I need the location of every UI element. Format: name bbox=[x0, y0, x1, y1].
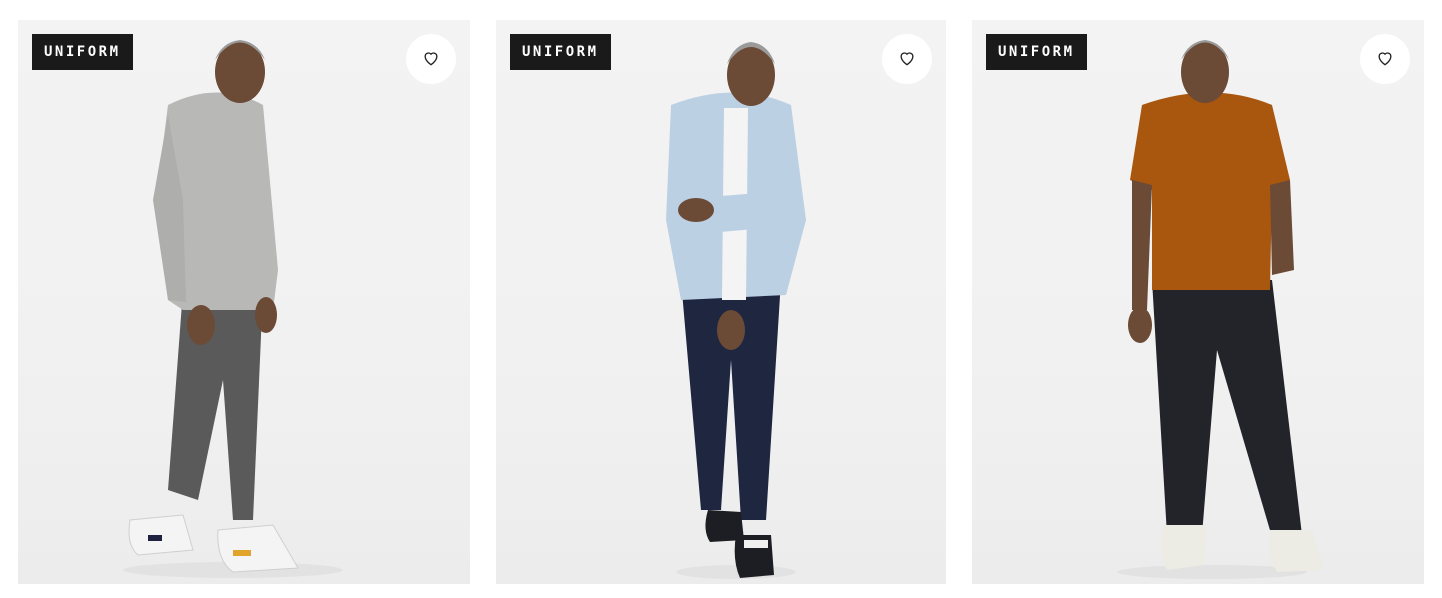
product-image[interactable] bbox=[972, 20, 1424, 584]
product-image[interactable] bbox=[18, 20, 470, 584]
heart-outline-icon bbox=[1375, 48, 1395, 71]
uniform-badge: UNIFORM bbox=[510, 34, 611, 70]
favorite-button[interactable] bbox=[882, 34, 932, 84]
product-grid: UNIFORM UNIFORM UNIFORM bbox=[0, 0, 1442, 598]
product-card[interactable]: UNIFORM bbox=[496, 20, 946, 584]
product-image[interactable] bbox=[496, 20, 946, 584]
uniform-badge: UNIFORM bbox=[986, 34, 1087, 70]
heart-outline-icon bbox=[897, 48, 917, 71]
product-card[interactable]: UNIFORM bbox=[18, 20, 470, 584]
favorite-button[interactable] bbox=[406, 34, 456, 84]
uniform-badge: UNIFORM bbox=[32, 34, 133, 70]
favorite-button[interactable] bbox=[1360, 34, 1410, 84]
heart-outline-icon bbox=[421, 48, 441, 71]
product-card[interactable]: UNIFORM bbox=[972, 20, 1424, 584]
